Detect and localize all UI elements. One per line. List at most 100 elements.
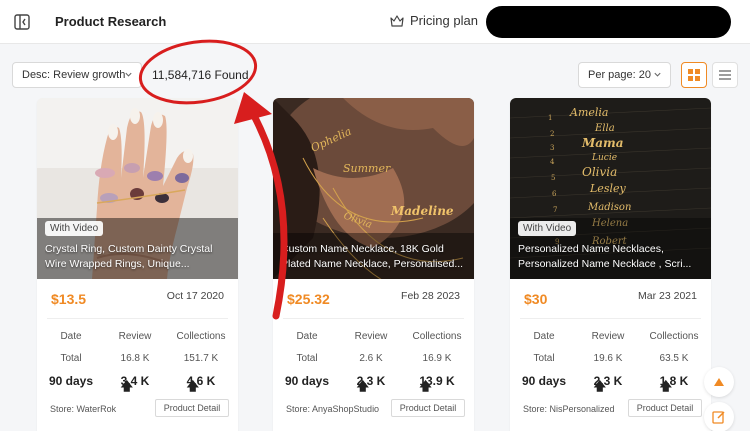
store-name[interactable]: Store: AnyaShopStudio — [286, 404, 379, 414]
product-image[interactable]: With Video Crystal Ring, Custom Dainty C… — [37, 98, 238, 279]
stats-total-collections: 16.9 K — [422, 353, 452, 364]
necklace-name-madison: Madison — [587, 202, 631, 213]
stats-header-collections: Collections — [176, 331, 226, 342]
necklace-name-3: Madeline — [390, 204, 454, 218]
stats-header-review: Review — [591, 331, 625, 342]
toolbar: Desc: Review growth 11,584,716 Found Per… — [0, 44, 750, 104]
product-title-line1: Custom Name Necklace, 18K Gold — [281, 243, 444, 255]
with-video-badge: With Video — [45, 221, 104, 236]
product-date: Mar 23 2021 — [638, 290, 697, 302]
product-price: $30 — [524, 291, 548, 307]
caret-up-icon — [714, 378, 724, 386]
product-image[interactable]: Ophelia Summer Madeline Olivia Custom Na… — [273, 98, 474, 279]
arrow-up-icon: 🡅 — [419, 379, 432, 393]
product-detail-button[interactable]: Product Detail — [628, 399, 702, 417]
scroll-to-top-button[interactable] — [704, 367, 734, 397]
stats-total-collections: 63.5 K — [659, 353, 689, 364]
edit-icon — [712, 411, 725, 424]
store-name[interactable]: Store: NisPersonalized — [523, 404, 615, 414]
product-image[interactable]: 123 456 789 Amelia Ella Mama Lucie Olivi… — [510, 98, 711, 279]
arrow-up-icon: 🡅 — [120, 379, 133, 393]
divider — [283, 318, 464, 319]
svg-text:2: 2 — [550, 130, 554, 138]
arrow-up-icon: 🡅 — [659, 379, 672, 393]
product-title-line2: Wire Wrapped Rings, Unique... — [45, 258, 190, 270]
arrow-up-icon: 🡅 — [356, 379, 369, 393]
stats-total-label: Total — [60, 353, 82, 364]
sort-select[interactable]: Desc: Review growth — [12, 62, 142, 88]
stats-total-row: Total 19.6 K 63.5 K — [510, 349, 711, 371]
stats-90days-review: 🡅 2.3 K — [580, 374, 636, 393]
list-view-button[interactable] — [712, 62, 738, 88]
divider — [47, 318, 228, 319]
product-card[interactable]: Ophelia Summer Madeline Olivia Custom Na… — [273, 98, 474, 431]
list-icon — [719, 70, 731, 80]
stats-90days-row: 90 days 🡅 3.4 K 🡅 4.6 K — [37, 371, 238, 393]
svg-text:3: 3 — [550, 144, 554, 152]
stats-header-row: Date Review Collections — [273, 327, 474, 349]
stats-header-review: Review — [118, 331, 152, 342]
stats-90days-label: 90 days — [284, 374, 330, 388]
product-card[interactable]: 123 456 789 Amelia Ella Mama Lucie Olivi… — [510, 98, 711, 431]
stats-header-date: Date — [60, 331, 82, 342]
chevron-down-icon — [654, 72, 661, 77]
svg-text:7: 7 — [553, 206, 557, 214]
svg-text:4: 4 — [550, 158, 555, 166]
stats-total-row: Total 16.8 K 151.7 K — [37, 349, 238, 371]
product-title[interactable]: Custom Name Necklace, 18K Gold Plated Na… — [281, 242, 467, 272]
arrow-up-icon: 🡅 — [593, 379, 606, 393]
product-detail-button[interactable]: Product Detail — [391, 399, 465, 417]
crown-icon — [390, 14, 404, 27]
grid-icon — [688, 69, 700, 81]
svg-text:1: 1 — [548, 114, 552, 122]
store-name[interactable]: Store: WaterRok — [50, 404, 116, 414]
page-title: Product Research — [55, 14, 167, 29]
stats-header-row: Date Review Collections — [510, 327, 711, 349]
necklace-name-mama: Mama — [581, 136, 624, 150]
product-title-line2: Personalized Name Necklace , Scri... — [518, 258, 692, 270]
necklace-name-lesley: Lesley — [589, 182, 626, 195]
sort-select-value: Desc: Review growth — [22, 69, 126, 81]
feedback-button[interactable] — [704, 402, 734, 431]
stats-header-collections: Collections — [649, 331, 699, 342]
stats-total-review: 16.8 K — [120, 353, 150, 364]
stats-total-collections: 151.7 K — [183, 353, 219, 364]
stats-table: Date Review Collections Total 19.6 K 63.… — [510, 327, 711, 393]
redacted-user-area — [486, 6, 731, 38]
divider — [520, 318, 701, 319]
stats-header-review: Review — [354, 331, 388, 342]
pricing-plan-link[interactable]: Pricing plan — [390, 13, 478, 28]
product-title-line1: Personalized Name Necklaces, — [518, 243, 664, 255]
product-detail-button[interactable]: Product Detail — [155, 399, 229, 417]
product-title[interactable]: Personalized Name Necklaces, Personalize… — [518, 242, 704, 272]
necklace-name-ella: Ella — [594, 123, 615, 134]
arrow-up-icon: 🡅 — [186, 379, 199, 393]
stats-90days-collections: 🡅 4.6 K — [169, 374, 233, 393]
chevron-down-icon — [125, 72, 132, 77]
per-page-value: Per page: 20 — [588, 69, 651, 81]
sidebar-collapse-icon[interactable] — [14, 14, 30, 30]
svg-text:6: 6 — [552, 190, 557, 198]
product-card[interactable]: With Video Crystal Ring, Custom Dainty C… — [37, 98, 238, 431]
stats-table: Date Review Collections Total 16.8 K 151… — [37, 327, 238, 393]
product-title[interactable]: Crystal Ring, Custom Dainty Crystal Wire… — [45, 242, 231, 272]
per-page-select[interactable]: Per page: 20 — [578, 62, 671, 88]
necklace-name-amelia: Amelia — [569, 106, 608, 119]
stats-90days-collections: 🡅 1.8 K — [642, 374, 706, 393]
stats-90days-review: 🡅 3.4 K — [107, 374, 163, 393]
product-title-line1: Crystal Ring, Custom Dainty Crystal — [45, 243, 213, 255]
stats-header-collections: Collections — [412, 331, 462, 342]
stats-total-label: Total — [296, 353, 318, 364]
stats-total-row: Total 2.6 K 16.9 K — [273, 349, 474, 371]
stats-90days-label: 90 days — [521, 374, 567, 388]
product-price: $13.5 — [51, 291, 87, 307]
stats-90days-row: 90 days 🡅 2.3 K 🡅 13.9 K — [273, 371, 474, 393]
product-title-line2: Plated Name Necklace, Personalised... — [281, 258, 464, 270]
svg-text:5: 5 — [551, 174, 555, 182]
grid-view-button[interactable] — [681, 62, 707, 88]
stats-90days-label: 90 days — [48, 374, 94, 388]
necklace-name-lucie: Lucie — [591, 153, 617, 163]
stats-table: Date Review Collections Total 2.6 K 16.9… — [273, 327, 474, 393]
stats-90days-collections: 🡅 13.9 K — [405, 374, 469, 393]
pricing-plan-label: Pricing plan — [410, 13, 478, 28]
